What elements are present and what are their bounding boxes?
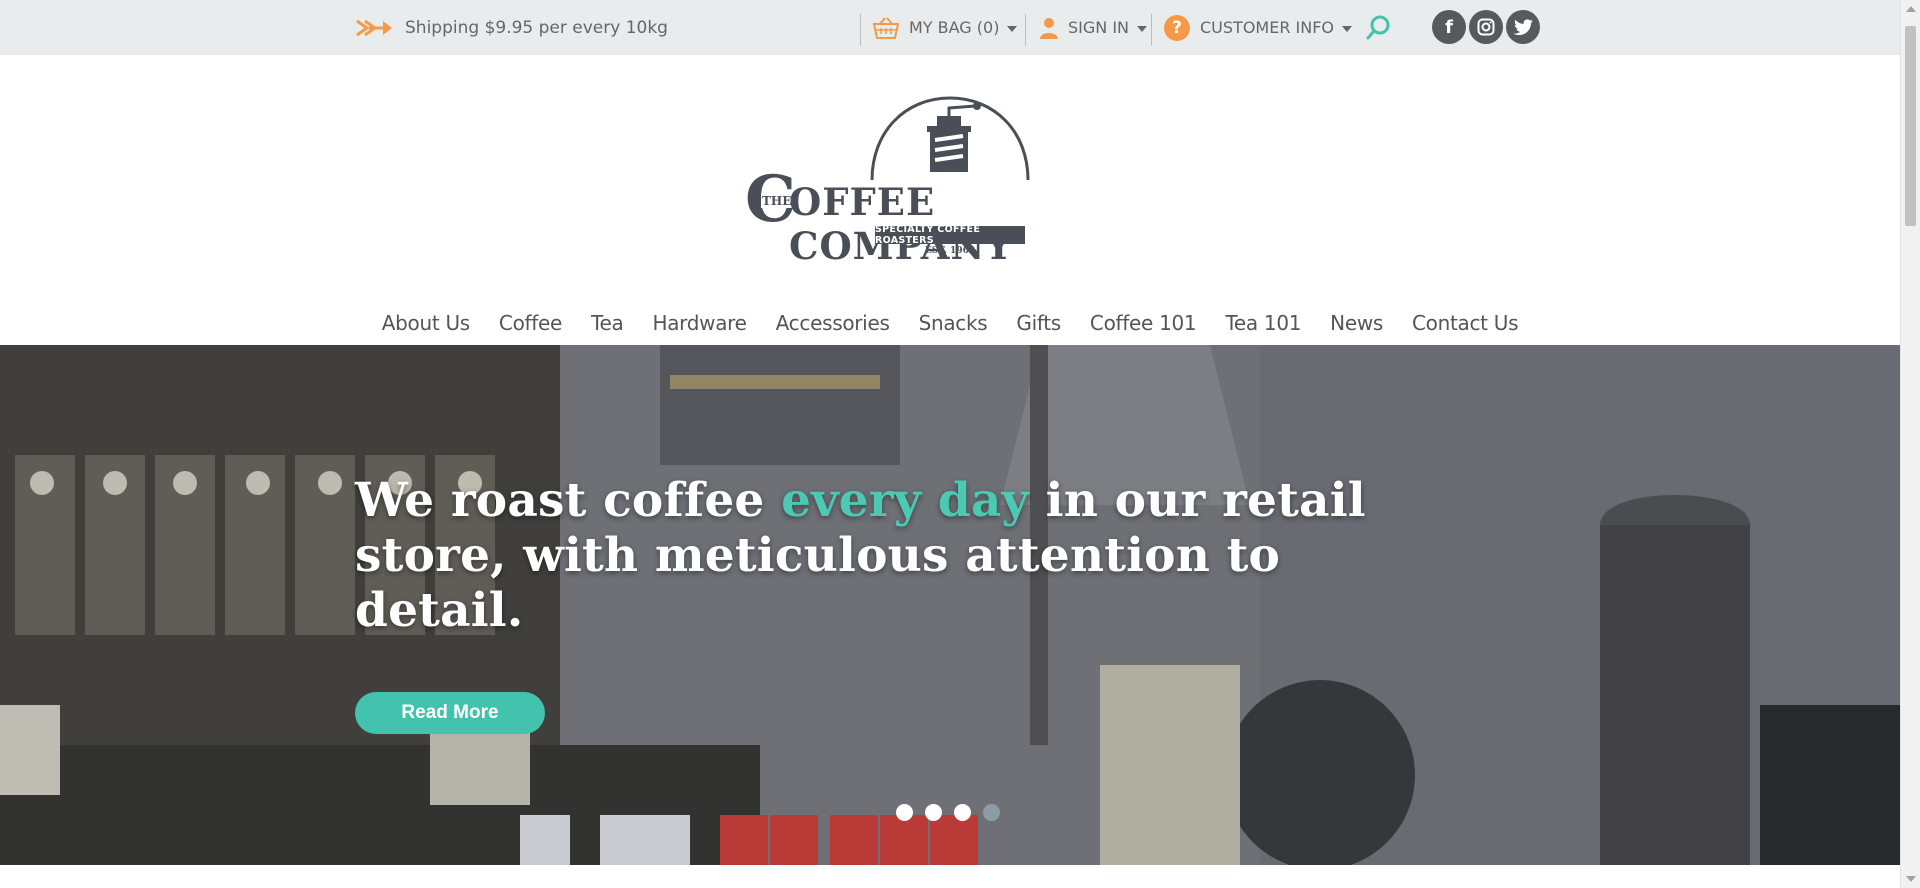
chevron-down-icon [1342,25,1353,32]
read-more-button[interactable]: Read More [355,692,545,734]
headline-part1: We roast coffee [355,473,782,528]
logo-the: THE [761,194,793,208]
nav-item-about-us[interactable]: About Us [367,305,484,345]
shipping-info: Shipping $9.95 per every 10kg [355,0,668,55]
nav-item-tea[interactable]: Tea [577,305,638,345]
main-nav: About Us Coffee Tea Hardware Accessories Snac… [0,305,1900,345]
top-bar: Shipping $9.95 per every 10kg MY BAG (0)… [0,0,1900,55]
customer-info-button[interactable]: ? CUSTOMER INFO [1164,0,1353,55]
customer-info-label: CUSTOMER INFO [1200,18,1335,37]
my-bag-label: MY BAG (0) [909,18,1000,37]
slider-dot-active[interactable] [983,804,1000,821]
sign-in-label: SIGN IN [1068,18,1130,37]
divider [860,14,861,46]
slider-dot[interactable] [954,804,971,821]
basket-icon [873,16,899,39]
twitter-icon[interactable] [1506,10,1540,44]
hero-headline: We roast coffee every day in our retail … [355,473,1405,638]
nav-item-coffee[interactable]: Coffee [484,305,576,345]
headline-accent: every day [781,473,1030,528]
divider [1025,14,1026,46]
arrow-icon [356,19,392,36]
search-icon[interactable] [1366,14,1392,40]
scrollbar[interactable] [1900,0,1920,888]
sign-in-button[interactable]: SIGN IN [1040,0,1148,55]
question-icon: ? [1164,14,1190,41]
nav-item-news[interactable]: News [1316,305,1398,345]
nav-item-contact-us[interactable]: Contact Us [1398,305,1533,345]
instagram-icon[interactable] [1469,10,1503,44]
logo-wordmark: C THE OFFEE COMPANY [745,168,1155,269]
chevron-down-icon [1007,25,1018,32]
slider-dot[interactable] [896,804,913,821]
top-bar-inner: Shipping $9.95 per every 10kg MY BAG (0)… [355,0,1545,55]
person-icon [1040,17,1058,39]
chevron-down-icon [1137,25,1148,32]
slider-dot[interactable] [925,804,942,821]
nav-item-tea-101[interactable]: Tea 101 [1211,305,1316,345]
slider-dots [896,804,1000,821]
nav-item-snacks[interactable]: Snacks [904,305,1002,345]
site-logo[interactable]: C THE OFFEE COMPANY SPECIALTY COFFEE ROA… [745,92,1155,269]
twitter-glyph-icon [1513,19,1533,35]
shipping-text: Shipping $9.95 per every 10kg [405,17,668,38]
nav-item-hardware[interactable]: Hardware [638,305,761,345]
scroll-thumb[interactable] [1905,26,1916,226]
nav-item-coffee-101[interactable]: Coffee 101 [1075,305,1210,345]
logo-tagline: SPECIALTY COFFEE ROASTERS [875,224,1025,246]
instagram-glyph-icon [1477,18,1495,36]
nav-item-gifts[interactable]: Gifts [1002,305,1076,345]
scroll-up-icon[interactable] [1906,6,1916,12]
scroll-down-icon[interactable] [1906,876,1916,882]
my-bag-button[interactable]: MY BAG (0) [873,0,1018,55]
hero-slider: We roast coffee every day in our retail … [0,345,1900,865]
facebook-icon[interactable]: f [1432,10,1466,44]
nav-item-accessories[interactable]: Accessories [761,305,904,345]
divider [1151,14,1152,46]
logo-established: EST. 1969 [924,246,976,256]
